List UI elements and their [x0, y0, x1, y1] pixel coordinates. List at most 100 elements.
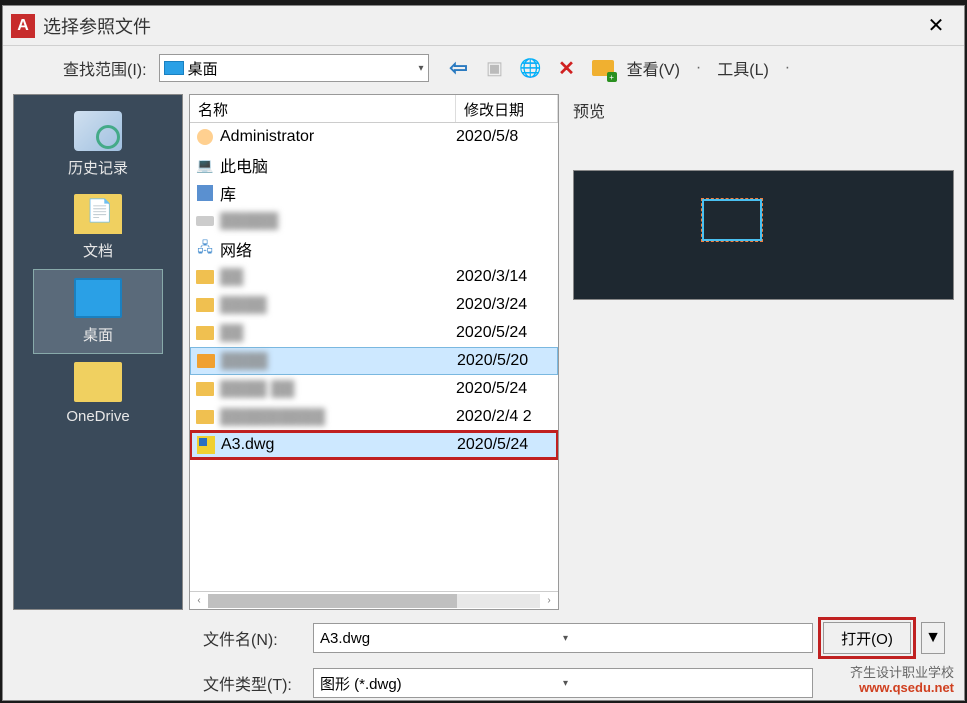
file-name: A3.dwg	[221, 436, 457, 454]
scroll-right-button[interactable]: ›	[542, 594, 556, 608]
sidebar-item-onedrive[interactable]: OneDrive	[33, 354, 163, 433]
file-row[interactable]: 库	[190, 179, 558, 207]
folder-icon	[194, 406, 216, 428]
file-name: ▓▓▓▓ ▓▓	[220, 380, 456, 398]
open-dropdown-button[interactable]: ▼	[921, 622, 945, 654]
folder-icon	[194, 294, 216, 316]
filetype-value: 图形 (*.dwg)	[320, 673, 563, 694]
file-name: ▓▓▓▓	[220, 296, 456, 314]
toolbar-icons: ⇦ ▣ 🌐 ✕ + 查看(V) · 工具(L) ·	[447, 56, 795, 80]
file-row[interactable]: ▓▓2020/5/24	[190, 319, 558, 347]
file-row[interactable]: ▓▓▓▓2020/3/24	[190, 291, 558, 319]
preview-drawing	[702, 199, 762, 241]
scroll-track[interactable]	[208, 594, 540, 608]
tools-menu[interactable]: 工具(L)	[717, 56, 769, 80]
folder-icon	[194, 322, 216, 344]
chevron-down-icon: ▾	[563, 678, 806, 689]
filetype-combo[interactable]: 图形 (*.dwg) ▾	[313, 668, 813, 698]
scroll-left-button[interactable]: ‹	[192, 594, 206, 608]
file-row[interactable]: Administrator2020/5/8	[190, 123, 558, 151]
sidebar-item-documents[interactable]: 文档	[33, 186, 163, 269]
new-folder-icon[interactable]: +	[591, 56, 615, 80]
open-button[interactable]: 打开(O)	[823, 622, 911, 654]
net-icon: 🖧	[194, 238, 216, 260]
filename-value: A3.dwg	[320, 630, 563, 647]
dwg-icon	[195, 434, 217, 456]
file-name: 库	[220, 181, 456, 205]
up-icon: ▣	[483, 56, 507, 80]
filename-label: 文件名(N):	[203, 626, 303, 650]
file-date: 2020/2/4 2	[456, 408, 558, 426]
column-header-date[interactable]: 修改日期	[456, 95, 558, 122]
sidebar-item-desktop[interactable]: 桌面	[33, 269, 163, 354]
sidebar-item-label: 桌面	[83, 324, 113, 345]
view-menu[interactable]: 查看(V)	[627, 56, 680, 80]
file-row[interactable]: 💻此电脑	[190, 151, 558, 179]
filename-input[interactable]: A3.dwg ▾	[313, 623, 813, 653]
file-date: 2020/5/24	[457, 436, 557, 454]
lookin-combo[interactable]: 桌面 ▾	[159, 54, 429, 82]
file-dialog: A 选择参照文件 ✕ 查找范围(I): 桌面 ▾ ⇦ ▣ 🌐 ✕ + 查看(V)…	[2, 5, 965, 701]
file-date: 2020/3/24	[456, 296, 558, 314]
content-area: 历史记录 文档 桌面 OneDrive 名称 修改日期 Administrato…	[3, 90, 964, 614]
titlebar: A 选择参照文件 ✕	[3, 6, 964, 46]
file-date: 2020/5/24	[456, 324, 558, 342]
delete-icon[interactable]: ✕	[555, 56, 579, 80]
watermark-line2: www.qsedu.net	[850, 680, 954, 696]
lookin-value: 桌面	[188, 58, 415, 79]
separator: ·	[785, 59, 790, 77]
chevron-down-icon: ▾	[419, 63, 424, 74]
folder-icon	[194, 378, 216, 400]
file-date: 2020/5/8	[456, 128, 558, 146]
preview-label: 预览	[573, 94, 954, 122]
pc-icon: 💻	[194, 154, 216, 176]
chevron-down-icon: ▾	[563, 633, 806, 644]
file-row[interactable]: ▓▓▓▓2020/5/20	[190, 347, 558, 375]
file-row[interactable]: A3.dwg2020/5/24	[190, 431, 558, 459]
sidebar-item-label: 文档	[83, 240, 113, 261]
folder-icon	[194, 266, 216, 288]
filename-row: 文件名(N): A3.dwg ▾ 打开(O) ▼	[203, 622, 950, 654]
sidebar-item-history[interactable]: 历史记录	[33, 103, 163, 186]
lib-icon	[194, 182, 216, 204]
file-rows: Administrator2020/5/8💻此电脑库▓▓▓▓▓🖧网络▓▓2020…	[190, 123, 558, 591]
toolbar: 查找范围(I): 桌面 ▾ ⇦ ▣ 🌐 ✕ + 查看(V) · 工具(L) ·	[3, 46, 964, 90]
file-name: 此电脑	[220, 153, 456, 177]
preview-panel: 预览	[565, 94, 954, 610]
watermark-line1: 齐生设计职业学校	[850, 665, 954, 681]
column-header-name[interactable]: 名称	[190, 95, 456, 122]
back-icon[interactable]: ⇦	[447, 56, 471, 80]
file-date: 2020/5/20	[457, 352, 557, 370]
file-row[interactable]: ▓▓▓▓▓	[190, 207, 558, 235]
file-name: ▓▓▓▓▓	[220, 212, 456, 230]
bottom-area: 文件名(N): A3.dwg ▾ 打开(O) ▼ 文件类型(T): 图形 (*.…	[3, 614, 964, 700]
file-name: 网络	[220, 237, 456, 261]
separator: ·	[696, 59, 701, 77]
documents-icon	[74, 194, 122, 234]
file-row[interactable]: ▓▓2020/3/14	[190, 263, 558, 291]
file-list: 名称 修改日期 Administrator2020/5/8💻此电脑库▓▓▓▓▓🖧…	[189, 94, 559, 610]
close-button[interactable]: ✕	[916, 6, 956, 46]
sidebar: 历史记录 文档 桌面 OneDrive	[13, 94, 183, 610]
drive-icon	[194, 210, 216, 232]
history-icon	[74, 111, 122, 151]
horizontal-scrollbar[interactable]: ‹ ›	[190, 591, 558, 609]
filetype-row: 文件类型(T): 图形 (*.dwg) ▾	[203, 668, 950, 698]
file-date: 2020/3/14	[456, 268, 558, 286]
lookin-label: 查找范围(I):	[63, 56, 147, 80]
file-name: ▓▓▓▓	[221, 352, 457, 370]
watermark: 齐生设计职业学校 www.qsedu.net	[850, 665, 954, 696]
file-name: ▓▓	[220, 268, 456, 286]
sidebar-item-label: 历史记录	[68, 157, 128, 178]
file-row[interactable]: ▓▓▓▓▓▓▓▓▓2020/2/4 2	[190, 403, 558, 431]
file-list-header: 名称 修改日期	[190, 95, 558, 123]
user-icon	[194, 126, 216, 148]
preview-canvas	[573, 170, 954, 300]
file-row[interactable]: ▓▓▓▓ ▓▓2020/5/24	[190, 375, 558, 403]
file-row[interactable]: 🖧网络	[190, 235, 558, 263]
sidebar-item-label: OneDrive	[66, 408, 129, 425]
web-icon[interactable]: 🌐	[519, 56, 543, 80]
scroll-thumb[interactable]	[208, 594, 457, 608]
desktop-icon	[164, 61, 184, 75]
onedrive-icon	[74, 362, 122, 402]
